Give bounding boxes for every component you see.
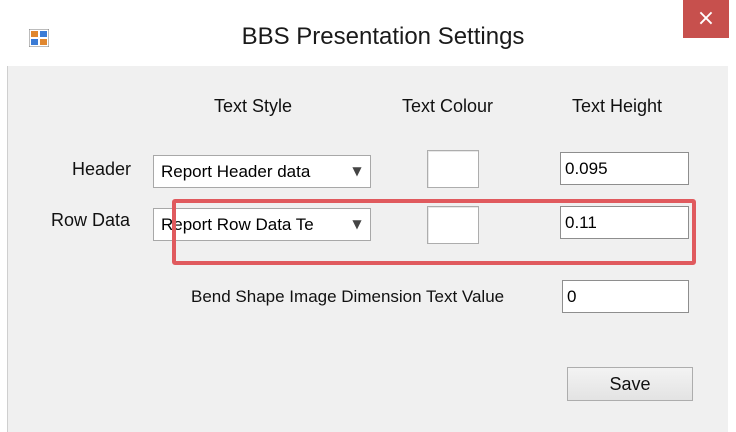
window-frame-right xyxy=(728,66,736,432)
row-label-header: Header xyxy=(72,159,132,179)
close-icon: × xyxy=(696,6,716,31)
chevron-down-icon: ▼ xyxy=(350,156,364,187)
column-header-text-style: Text Style xyxy=(214,96,293,116)
settings-dialog: BBS Presentation Settings × Text Style T… xyxy=(0,0,736,432)
column-header-text-height: Text Height xyxy=(572,96,663,116)
title-bar[interactable]: BBS Presentation Settings × xyxy=(0,0,736,66)
highlight-box xyxy=(172,199,696,265)
row-label-row-data: Row Data xyxy=(51,210,131,230)
window-title: BBS Presentation Settings xyxy=(241,23,525,50)
header-text-colour-swatch[interactable] xyxy=(427,150,479,188)
save-button[interactable]: Save xyxy=(567,367,693,401)
header-text-style-value: Report Header data xyxy=(161,162,311,181)
window-frame-left xyxy=(0,66,8,432)
bend-shape-dimension-input[interactable] xyxy=(562,280,689,313)
header-text-height-input[interactable] xyxy=(560,152,689,185)
header-text-style-select[interactable]: Report Header data ▼ xyxy=(153,155,371,188)
column-header-text-colour: Text Colour xyxy=(402,96,494,116)
close-button[interactable]: × xyxy=(683,0,729,38)
bend-shape-dimension-label: Bend Shape Image Dimension Text Value xyxy=(191,287,505,306)
